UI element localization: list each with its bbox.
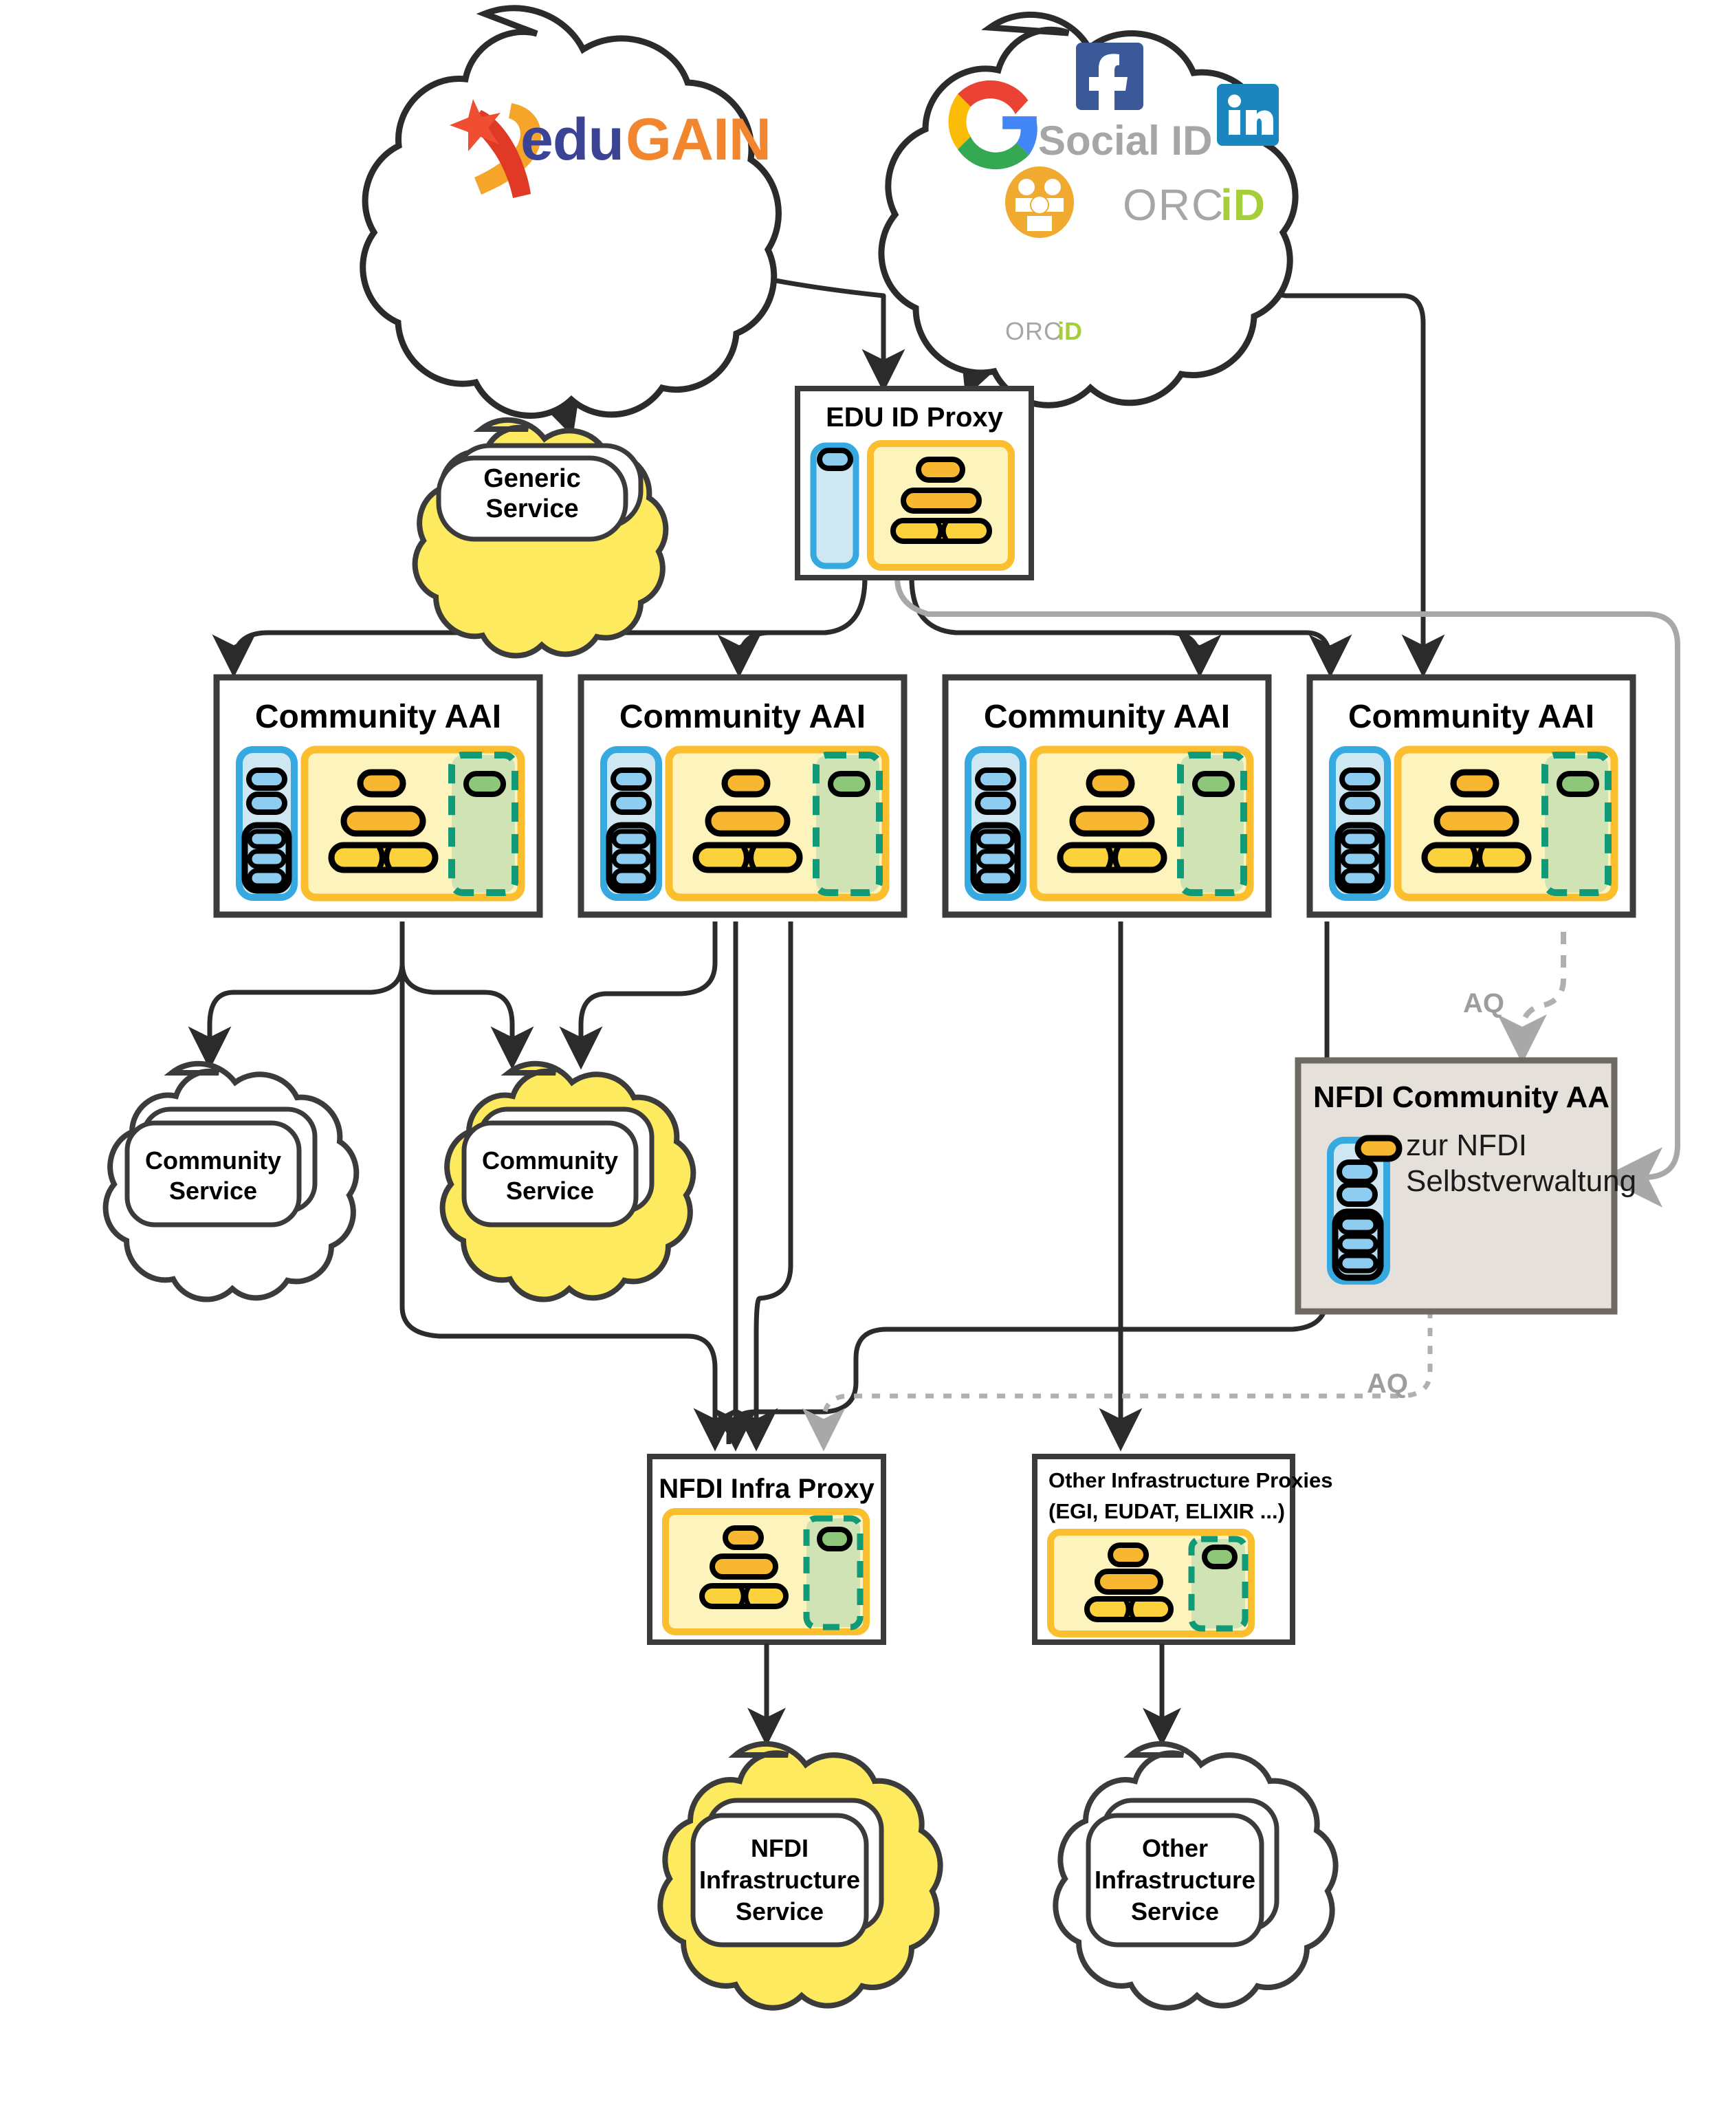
orcid-wordmark: ORC iD <box>1123 180 1266 230</box>
nfdi-community-aa-body-line-1: zur NFDI <box>1406 1128 1527 1162</box>
svg-text:edu: edu <box>520 107 624 173</box>
edge-edu-id-proxy-bus-right <box>909 577 1352 678</box>
aq-label-upper: AQ <box>1463 988 1504 1018</box>
nfdi-infra-service-line-1: NFDI <box>751 1834 809 1862</box>
community-aai-4-title: Community AAI <box>1348 699 1594 735</box>
idp-column-blue <box>810 442 859 569</box>
nfdi-community-aa-title: NFDI Community AA <box>1313 1080 1609 1114</box>
cloud-edugain: edu GAIN <box>360 5 782 419</box>
aai-4-yellow-proxy-panel <box>1394 745 1618 902</box>
node-community-aai-4: Community AAI <box>1306 674 1636 918</box>
edge-aai2-to-community-service-highlight <box>559 921 718 1070</box>
edge-aq-aai4-to-nfdi-community-aa <box>1497 932 1566 1064</box>
aai-2-blue-idp-column <box>600 746 662 901</box>
cloud-community-service-highlight: Community Service <box>439 1060 696 1302</box>
svg-text:iD: iD <box>1057 317 1082 345</box>
edu-id-proxy-title: EDU ID Proxy <box>826 402 1004 433</box>
aai-1-blue-idp-column <box>236 746 298 901</box>
cloud-generic-service: Generic Service <box>412 417 669 659</box>
svg-text:ORC: ORC <box>1123 180 1224 230</box>
edge-aai4-to-nfdi-infra-proxy <box>726 921 1330 1444</box>
linkedin-icon <box>1217 84 1279 146</box>
nfdi-aa-blue-idp-column <box>1327 1135 1403 1285</box>
other-infra-proxies-yellow-panel <box>1047 1529 1255 1637</box>
generic-service-line-2: Service <box>485 494 578 523</box>
community-aai-1-title: Community AAI <box>255 699 501 735</box>
edge-aai1-to-community-service-highlight <box>399 921 534 1070</box>
cloud-nfdi-infrastructure-service: NFDI Infrastructure Service <box>657 1741 943 2011</box>
cloud-social-id: ORC iD Social ID <box>878 11 1299 408</box>
proxy-column-yellow <box>867 440 1015 571</box>
nfdi-infra-service-line-2: Infrastructure <box>699 1866 860 1894</box>
edge-label-orcid: ORC iD <box>1005 317 1082 345</box>
generic-service-line-1: Generic <box>483 464 581 493</box>
other-infra-service-line-1: Other <box>1142 1834 1208 1862</box>
nfdi-infra-proxy-title: NFDI Infra Proxy <box>659 1474 875 1504</box>
svg-text:ORC: ORC <box>1005 317 1062 345</box>
node-community-aai-1: Community AAI <box>213 674 543 918</box>
svg-text:iD: iD <box>1220 180 1266 230</box>
edge-aai1-to-community-service-plain <box>188 921 405 1070</box>
diagram-canvas: edu GAIN ORC iD Social ID ORC iD Generic… <box>0 0 1736 2105</box>
nfdi-infra-proxy-yellow-panel <box>662 1508 870 1635</box>
aai-3-yellow-proxy-panel <box>1029 745 1254 902</box>
social-id-label: Social ID <box>1038 118 1212 164</box>
other-infra-proxies-title-line-1: Other Infrastructure Proxies <box>1048 1468 1332 1492</box>
aai-2-yellow-proxy-panel <box>665 745 890 902</box>
community-aai-2-title: Community AAI <box>619 699 866 735</box>
other-infra-service-line-2: Infrastructure <box>1095 1866 1255 1894</box>
community-aai-3-title: Community AAI <box>984 699 1230 735</box>
nfdi-community-aa-body-line-2: Selbstverwaltung <box>1406 1164 1636 1198</box>
community-service-plain-line-2: Service <box>169 1177 257 1205</box>
node-community-aai-3: Community AAI <box>942 674 1272 918</box>
svg-text:GAIN: GAIN <box>626 107 771 173</box>
facebook-icon <box>1076 43 1143 120</box>
other-infra-proxies-title-line-2: (EGI, EUDAT, ELIXIR ...) <box>1048 1499 1285 1523</box>
edge-edu-id-proxy-to-aai2 <box>717 577 868 678</box>
other-infra-service-line-3: Service <box>1131 1897 1219 1926</box>
node-nfdi-community-aa: NFDI Community AA zur NFDI Selbstverwalt… <box>1295 1057 1636 1315</box>
node-community-aai-2: Community AAI <box>578 674 908 918</box>
cloud-community-service-plain: Community Service <box>102 1060 360 1302</box>
aai-4-blue-idp-column <box>1329 746 1391 901</box>
generic-social-icon <box>1005 166 1074 238</box>
edge-aai3-to-nfdi-infra-proxy <box>734 921 793 1452</box>
community-service-highlight-line-2: Service <box>506 1177 594 1205</box>
nfdi-infra-service-line-3: Service <box>736 1897 824 1926</box>
aq-label-lower: AQ <box>1367 1368 1408 1399</box>
community-service-plain-line-1: Community <box>145 1146 281 1175</box>
cloud-other-infrastructure-service: Other Infrastructure Service <box>1053 1741 1339 2011</box>
aai-3-blue-idp-column <box>965 746 1026 901</box>
community-service-highlight-line-1: Community <box>482 1146 618 1175</box>
aai-1-yellow-proxy-panel <box>300 745 525 902</box>
node-other-infra-proxies: Other Infrastructure Proxies (EGI, EUDAT… <box>1032 1454 1332 1645</box>
edge-edu-id-proxy-to-aai3 <box>909 577 1222 678</box>
node-nfdi-infra-proxy: NFDI Infra Proxy <box>647 1454 886 1645</box>
node-edu-id-proxy: EDU ID Proxy <box>795 386 1034 580</box>
